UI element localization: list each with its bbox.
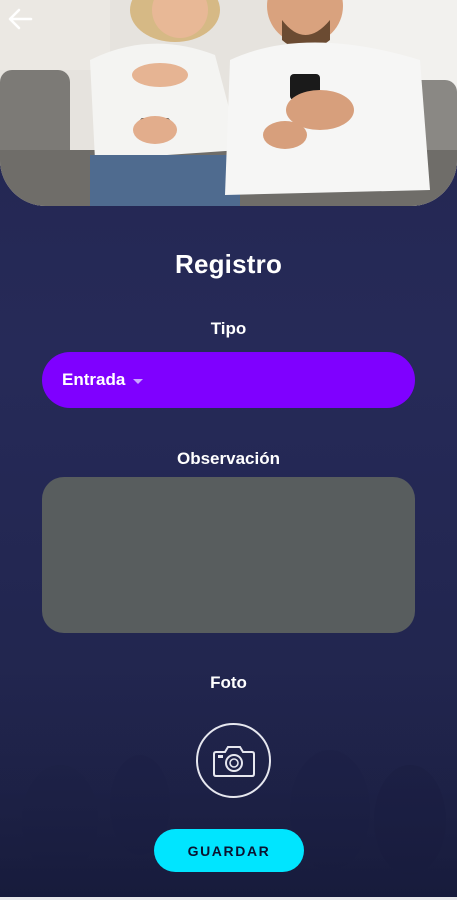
arrow-left-icon [8,8,33,30]
page-title: Registro [174,249,283,279]
camera-icon [212,745,255,777]
take-photo-button[interactable] [196,723,271,798]
save-button[interactable]: GUARDAR [154,829,304,872]
tipo-select[interactable]: Entrada [42,352,415,408]
foto-label: Foto [210,673,247,692]
tipo-label: Tipo [210,319,247,338]
observacion-textarea[interactable] [42,477,415,633]
back-button[interactable] [4,4,36,34]
tipo-selected-value: Entrada [62,370,126,389]
observacion-label: Observación [177,449,280,468]
dropdown-caret-icon [133,378,144,384]
registro-screen: Registro Tipo Entrada Observación Foto G… [0,0,457,900]
header-photo [0,0,457,206]
